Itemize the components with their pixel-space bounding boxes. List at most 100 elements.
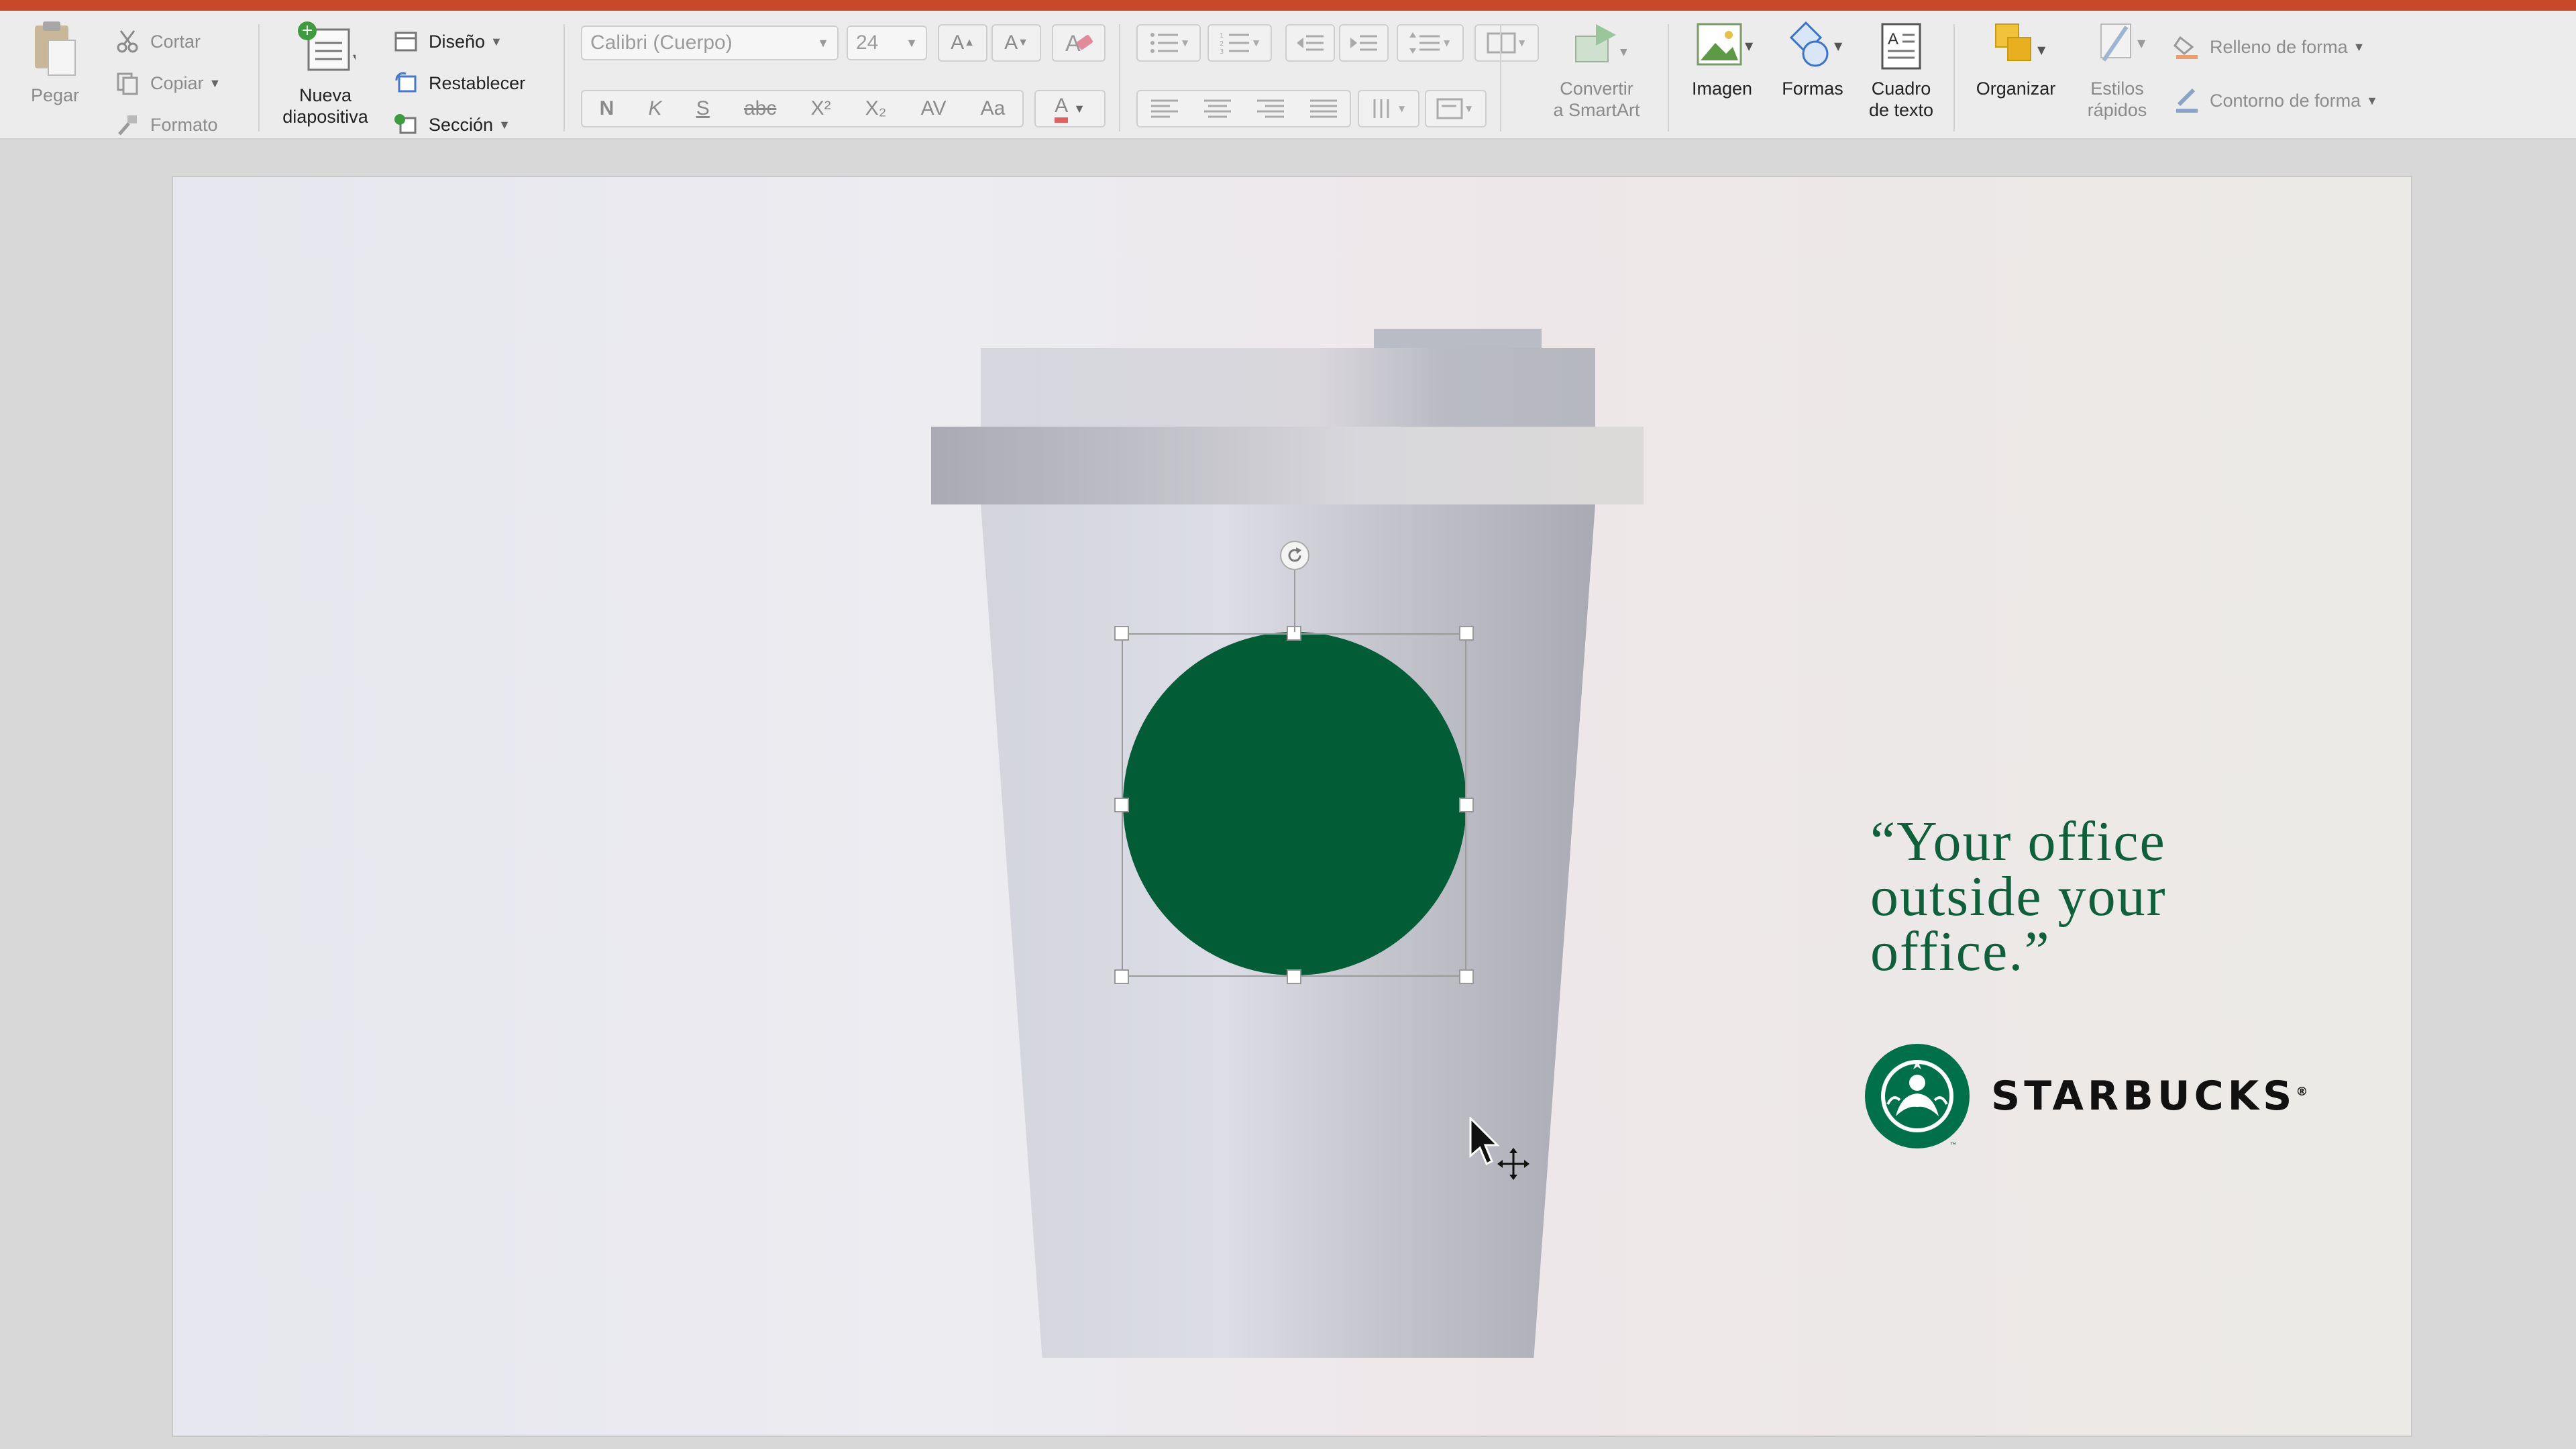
insert-image-button[interactable]: ▼ Imagen — [1678, 20, 1766, 99]
caret-down-icon: ▼ — [1018, 37, 1028, 48]
quick-styles-button[interactable]: ▼ Estilos rápidos — [2070, 20, 2164, 121]
subscript-button[interactable]: X₂ — [865, 97, 887, 120]
svg-text:3: 3 — [1220, 48, 1224, 55]
arrange-button[interactable]: ▼ Organizar — [1966, 20, 2066, 99]
shrink-font-label: A — [1004, 32, 1018, 54]
align-center-icon[interactable] — [1203, 97, 1232, 121]
new-slide-button[interactable]: + ▼ Nueva diapositiva — [272, 20, 379, 127]
font-color-label: A — [1055, 95, 1069, 123]
font-family-select[interactable]: Calibri (Cuerpo) ▼ — [581, 25, 839, 60]
reset-label: Restablecer — [429, 72, 526, 93]
columns-icon: ▼ — [1487, 32, 1525, 54]
quote-textbox[interactable]: “Your office outside your office.” — [1870, 814, 2340, 980]
svg-text:▼: ▼ — [1745, 40, 1754, 52]
bullet-list-icon: ▼ — [1150, 33, 1189, 53]
resize-handle-left[interactable] — [1114, 798, 1129, 812]
section-icon — [392, 111, 419, 138]
copy-label: Copiar — [150, 72, 204, 93]
resize-handle-bottom-left[interactable] — [1114, 969, 1129, 984]
layout-icon — [392, 28, 419, 55]
brand-name-text: STARBUCKS — [1991, 1073, 2296, 1120]
convert-smartart-button[interactable]: ▼ Convertir a SmartArt — [1536, 20, 1657, 121]
reset-icon — [392, 70, 419, 97]
new-slide-icon: + ▼ — [298, 21, 356, 71]
shrink-font-button[interactable]: A ▼ — [991, 24, 1041, 62]
resize-handle-bottom[interactable] — [1287, 969, 1301, 984]
numbering-button[interactable]: 1 2 3 ▼ — [1208, 24, 1272, 62]
svg-text:+: + — [301, 22, 313, 39]
reset-button[interactable]: Restablecer — [392, 64, 525, 102]
italic-button[interactable]: K — [649, 97, 662, 120]
character-spacing-button[interactable]: AV — [921, 97, 947, 120]
format-painter-button[interactable]: Formato — [114, 106, 218, 144]
resize-handle-right[interactable] — [1459, 798, 1474, 812]
insert-shapes-button[interactable]: ▼ Formas — [1771, 20, 1854, 99]
grow-font-button[interactable]: A ▲ — [938, 24, 987, 62]
align-text-button[interactable]: ▼ — [1425, 90, 1487, 127]
layout-label: Diseño — [429, 31, 486, 52]
smartart-icon: ▼ — [1575, 24, 1627, 62]
font-color-button[interactable]: A ▼ — [1034, 90, 1106, 127]
textbox-label-1: Cuadro — [1871, 78, 1931, 99]
ribbon-separator — [1500, 24, 1501, 131]
ribbon: Pegar Cortar Copiar ▼ Formato + ▼ Nueva — [0, 11, 2576, 140]
align-right-icon[interactable] — [1256, 97, 1285, 121]
shape-outline-button[interactable]: Contorno de forma ▼ — [2174, 82, 2378, 119]
line-spacing-button[interactable]: ▼ — [1397, 24, 1464, 62]
new-slide-label-1: Nueva — [299, 85, 352, 105]
shape-outline-label: Contorno de forma — [2210, 90, 2361, 111]
arrange-icon: ▼ — [1995, 23, 2046, 61]
font-size-value: 24 — [856, 32, 879, 54]
section-button[interactable]: Sección ▼ — [392, 106, 511, 144]
chevron-down-icon: ▼ — [817, 36, 829, 50]
underline-button[interactable]: S — [696, 97, 710, 120]
cup-lid-top[interactable] — [981, 348, 1595, 429]
paste-button[interactable]: Pegar — [15, 20, 95, 106]
svg-text:2: 2 — [1220, 40, 1224, 48]
font-family-value: Calibri (Cuerpo) — [590, 32, 733, 54]
cup-lid-knob[interactable] — [1374, 329, 1542, 350]
svg-text:A: A — [1888, 30, 1898, 48]
change-case-button[interactable]: Aa — [981, 97, 1006, 120]
new-slide-label-2: diapositiva — [282, 107, 368, 127]
cut-button[interactable]: Cortar — [114, 23, 201, 60]
resize-handle-bottom-right[interactable] — [1459, 969, 1474, 984]
superscript-button[interactable]: X² — [811, 97, 831, 120]
cut-label: Cortar — [150, 31, 201, 52]
align-left-icon[interactable] — [1150, 97, 1179, 121]
shape-fill-label: Relleno de forma — [2210, 36, 2348, 57]
text-direction-button[interactable]: ▼ — [1358, 90, 1419, 127]
slide[interactable]: “Your office outside your office.” ™ STA… — [173, 177, 2411, 1436]
svg-text:▼: ▼ — [1466, 104, 1472, 113]
shape-fill-button[interactable]: Relleno de forma ▼ — [2174, 28, 2365, 66]
ribbon-separator — [1119, 24, 1120, 131]
svg-text:▼: ▼ — [1399, 104, 1405, 113]
cup-lid-rim[interactable] — [931, 427, 1644, 504]
chevron-down-icon: ▼ — [2366, 93, 2378, 107]
decrease-indent-button[interactable] — [1285, 24, 1335, 62]
arrange-label: Organizar — [1976, 78, 2056, 99]
rotation-connector — [1294, 570, 1295, 632]
copy-button[interactable]: Copiar ▼ — [114, 64, 221, 102]
strikethrough-button[interactable]: abc — [744, 97, 776, 120]
starbucks-logo-group[interactable]: ™ STARBUCKS® — [1864, 1042, 2308, 1150]
increase-indent-button[interactable] — [1339, 24, 1389, 62]
resize-handle-top-right[interactable] — [1459, 626, 1474, 641]
image-icon: ▼ — [1697, 23, 1754, 66]
svg-text:▼: ▼ — [1182, 38, 1189, 48]
insert-textbox-button[interactable]: A Cuadro de texto — [1860, 20, 1943, 121]
chevron-down-icon: ▼ — [2353, 40, 2365, 54]
resize-handle-top-left[interactable] — [1114, 626, 1129, 641]
svg-text:▼: ▼ — [1519, 38, 1525, 48]
ribbon-separator — [1668, 24, 1669, 131]
rotate-handle[interactable] — [1280, 541, 1309, 570]
bold-button[interactable]: N — [600, 97, 614, 120]
layout-button[interactable]: Diseño ▼ — [392, 23, 502, 60]
columns-button[interactable]: ▼ — [1474, 24, 1539, 62]
ribbon-separator — [1953, 24, 1955, 131]
shapes-label: Formas — [1782, 78, 1843, 99]
justify-icon[interactable] — [1309, 97, 1338, 121]
font-size-select[interactable]: 24 ▼ — [847, 25, 927, 60]
clear-formatting-button[interactable]: A — [1052, 24, 1106, 62]
bullets-button[interactable]: ▼ — [1136, 24, 1201, 62]
